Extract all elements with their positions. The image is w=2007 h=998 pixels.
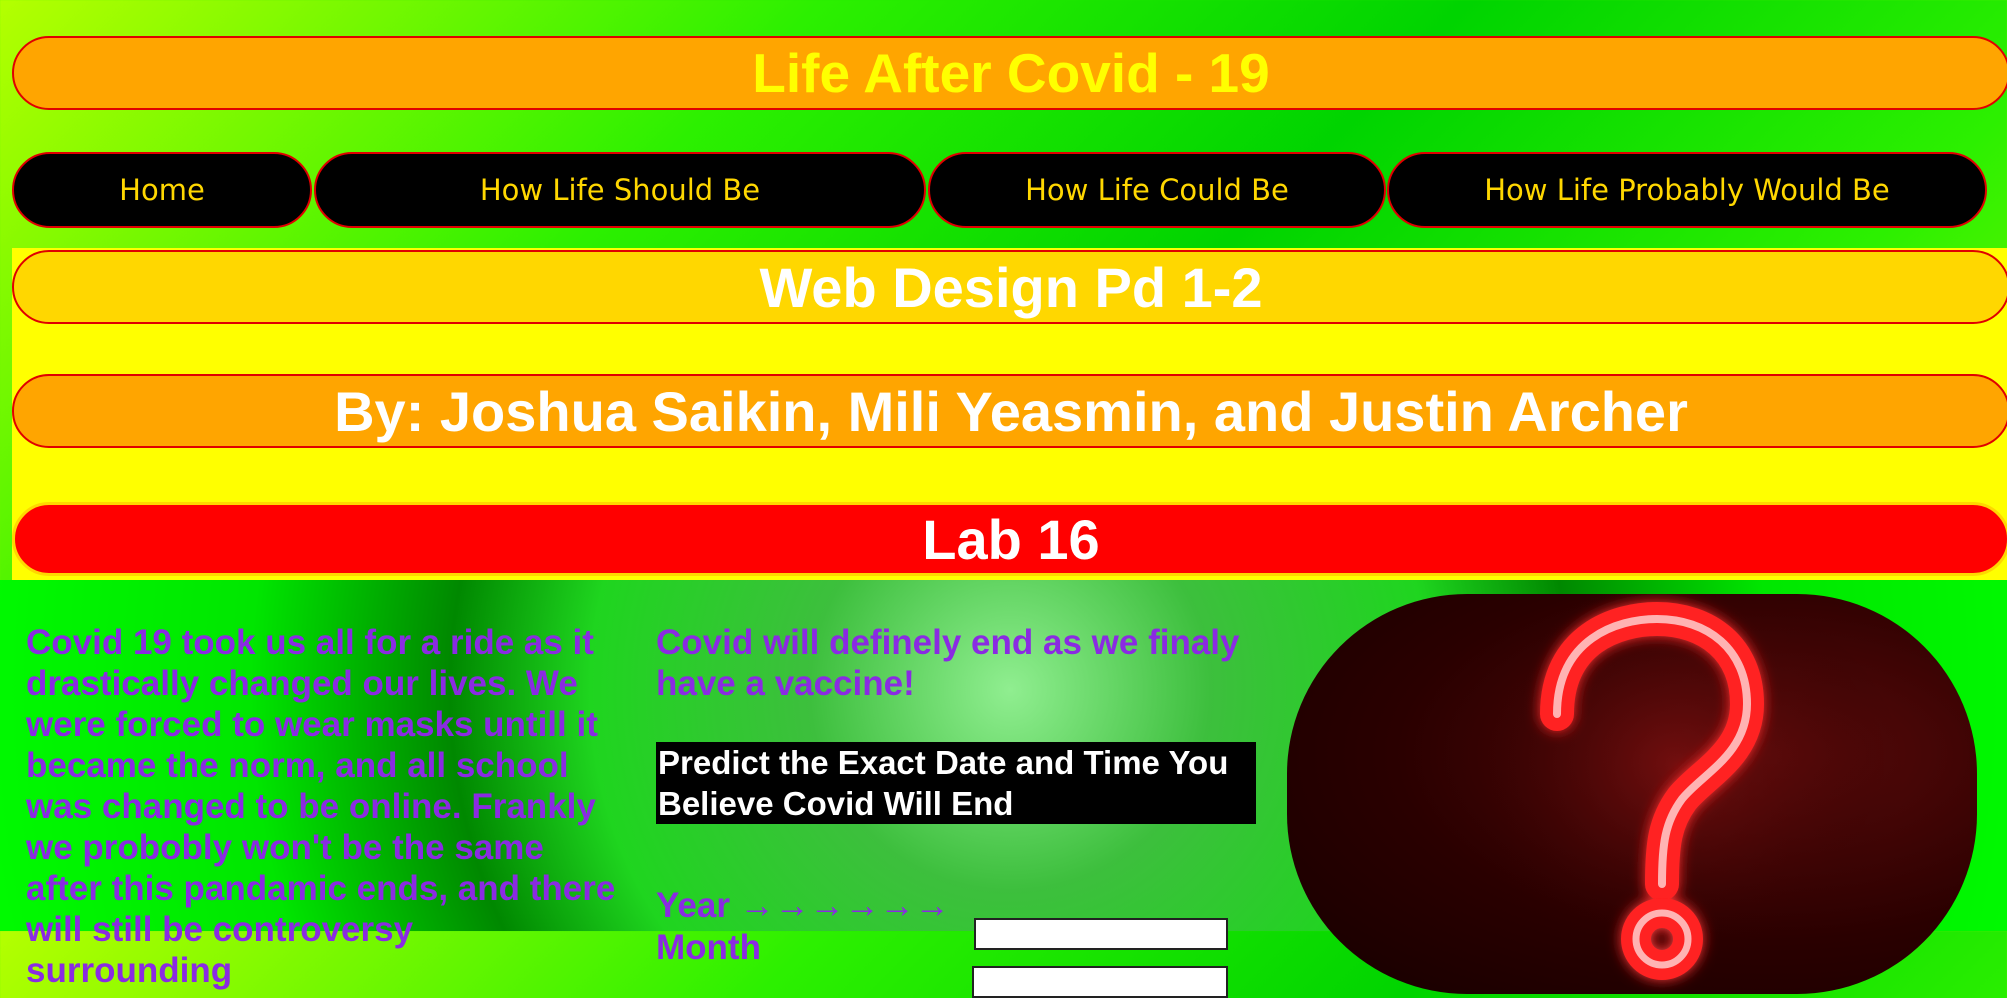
nav-probably-would-be-label: How Life Probably Would Be: [1484, 173, 1890, 207]
nav-how-life-probably-would-be-link[interactable]: How Life Probably Would Be: [1387, 152, 1987, 228]
nav-home-link[interactable]: Home: [12, 152, 312, 228]
authors-banner: By: Joshua Saikin, Mili Yeasmin, and Jus…: [12, 374, 2007, 448]
main-content: Covid 19 took us all for a ride as it dr…: [0, 580, 2007, 998]
nav-how-life-could-be-link[interactable]: How Life Could Be: [928, 152, 1386, 228]
neon-question-mark-icon: [1445, 594, 1905, 984]
site-title: Life After Covid - 19: [752, 42, 1270, 104]
nav-home-label: Home: [119, 173, 205, 207]
month-input[interactable]: [972, 966, 1228, 998]
vaccine-note: Covid will definely end as we finaly hav…: [656, 623, 1240, 703]
course-banner: Web Design Pd 1-2: [12, 250, 2007, 324]
info-panel: Web Design Pd 1-2 By: Joshua Saikin, Mil…: [12, 248, 2007, 580]
prediction-column: Covid will definely end as we finaly hav…: [656, 622, 1256, 998]
lab-title: Lab 16: [922, 507, 1100, 571]
nav-how-life-should-be-link[interactable]: How Life Should Be: [314, 152, 926, 228]
year-label: Year →→→→→→: [656, 886, 950, 925]
main-nav: Home How Life Should Be How Life Could B…: [12, 152, 1987, 228]
intro-paragraph: Covid 19 took us all for a ride as it dr…: [26, 623, 616, 990]
month-label: Month: [656, 928, 761, 967]
nav-could-be-label: How Life Could Be: [1025, 173, 1289, 207]
question-mark-image: [1287, 594, 1977, 994]
nav-should-be-label: How Life Should Be: [479, 173, 761, 207]
year-input[interactable]: [974, 918, 1228, 950]
prediction-heading: Predict the Exact Date and Time You Beli…: [656, 742, 1256, 824]
year-field-row: Year →→→→→→: [656, 884, 950, 928]
site-title-banner: Life After Covid - 19: [12, 36, 2007, 110]
lab-banner: Lab 16: [12, 502, 2007, 576]
month-field-row: Month: [656, 926, 761, 970]
authors-text: By: Joshua Saikin, Mili Yeasmin, and Jus…: [334, 379, 1688, 443]
course-title: Web Design Pd 1-2: [759, 255, 1263, 319]
